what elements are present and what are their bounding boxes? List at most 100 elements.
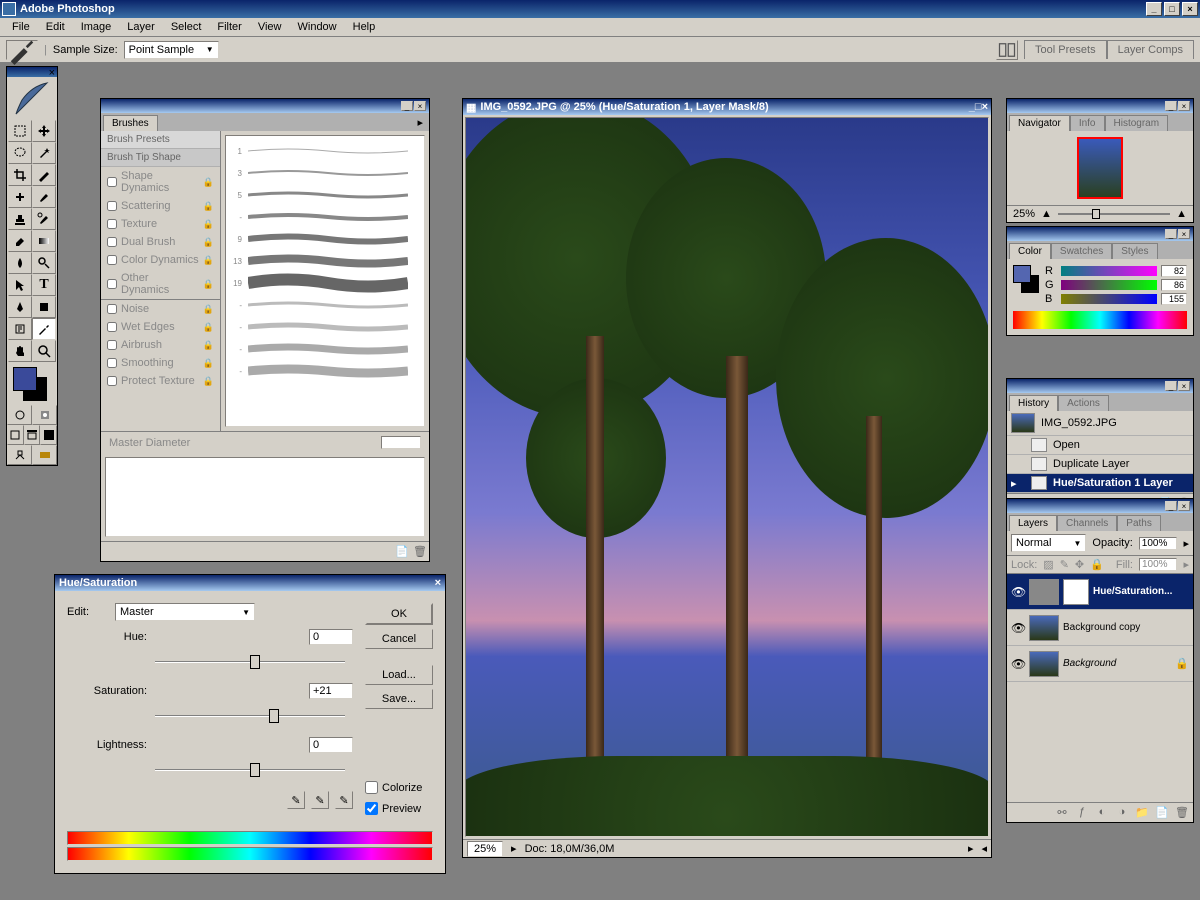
- tab-navigator[interactable]: Navigator: [1009, 115, 1070, 131]
- visibility-icon[interactable]: 👁: [1011, 585, 1025, 599]
- zoom-tool[interactable]: [32, 340, 56, 362]
- new-brush-icon[interactable]: 📄: [395, 544, 409, 558]
- brush-opt-other[interactable]: Other Dynamics🔒: [101, 269, 220, 299]
- b-slider[interactable]: [1061, 294, 1157, 304]
- lock-paint-icon[interactable]: ✎: [1060, 558, 1069, 571]
- layer-item[interactable]: 👁 Background 🔒: [1007, 646, 1193, 682]
- ok-button[interactable]: OK: [365, 603, 433, 625]
- history-brush-tool[interactable]: [32, 208, 56, 230]
- hue-slider[interactable]: [155, 653, 345, 671]
- blur-tool[interactable]: [8, 252, 32, 274]
- g-value[interactable]: 86: [1161, 279, 1187, 291]
- toolbox-close-icon[interactable]: ×: [49, 67, 55, 77]
- menu-select[interactable]: Select: [163, 19, 210, 35]
- delete-layer-icon[interactable]: 🗑: [1175, 805, 1189, 819]
- layers-close-icon[interactable]: ×: [1178, 501, 1190, 511]
- r-slider[interactable]: [1061, 266, 1157, 276]
- color-swatch[interactable]: [7, 363, 57, 405]
- menu-file[interactable]: File: [4, 19, 38, 35]
- tab-paths[interactable]: Paths: [1117, 515, 1161, 531]
- menu-view[interactable]: View: [250, 19, 290, 35]
- brush-opt-protect[interactable]: Protect Texture🔒: [101, 372, 220, 390]
- imageready-icon[interactable]: [32, 445, 57, 465]
- layers-min-icon[interactable]: _: [1165, 501, 1177, 511]
- save-button[interactable]: Save...: [365, 689, 433, 709]
- screen-full-icon[interactable]: [40, 425, 57, 445]
- dodge-tool[interactable]: [32, 252, 56, 274]
- menu-edit[interactable]: Edit: [38, 19, 73, 35]
- b-value[interactable]: 155: [1161, 293, 1187, 305]
- menu-window[interactable]: Window: [290, 19, 345, 35]
- type-tool[interactable]: T: [32, 274, 56, 296]
- opacity-input[interactable]: 100%: [1139, 537, 1178, 550]
- eyedropper-sub-icon[interactable]: ✎: [335, 791, 353, 809]
- hue-value[interactable]: 0: [309, 629, 353, 645]
- close-button[interactable]: ×: [1182, 2, 1198, 16]
- history-item[interactable]: Duplicate Layer: [1007, 455, 1193, 474]
- adjustment-layer-icon[interactable]: ◑: [1115, 805, 1129, 819]
- eyedropper-tool[interactable]: [32, 318, 56, 340]
- screen-full-menu-icon[interactable]: [24, 425, 41, 445]
- layer-name[interactable]: Background: [1063, 658, 1171, 669]
- menu-arrow-icon[interactable]: ▸: [511, 842, 517, 855]
- light-value[interactable]: 0: [309, 737, 353, 753]
- preview-checkbox[interactable]: [365, 802, 378, 815]
- g-slider[interactable]: [1061, 280, 1157, 290]
- layer-item[interactable]: 👁 Hue/Saturation...: [1007, 574, 1193, 610]
- tab-tool-presets[interactable]: Tool Presets: [1024, 40, 1107, 59]
- quickmask-mode-icon[interactable]: [32, 405, 57, 425]
- tab-brushes[interactable]: Brushes: [103, 115, 158, 131]
- palette-toggle-icon[interactable]: [996, 40, 1018, 60]
- sample-size-dropdown[interactable]: Point Sample▼: [124, 41, 219, 59]
- brush-opt-color[interactable]: Color Dynamics🔒: [101, 251, 220, 269]
- blend-mode-dropdown[interactable]: Normal▼: [1011, 534, 1086, 552]
- layer-name[interactable]: Background copy: [1063, 622, 1189, 633]
- sat-slider[interactable]: [155, 707, 345, 725]
- path-select-tool[interactable]: [8, 274, 32, 296]
- maximize-button[interactable]: □: [1164, 2, 1180, 16]
- scroll-left-icon[interactable]: ▸: [968, 842, 974, 855]
- tab-color[interactable]: Color: [1009, 243, 1051, 259]
- current-tool-icon[interactable]: [6, 40, 38, 60]
- visibility-icon[interactable]: 👁: [1011, 657, 1025, 671]
- heal-tool[interactable]: [8, 186, 32, 208]
- brushes-close-icon[interactable]: ×: [414, 101, 426, 111]
- navigator-thumbnail[interactable]: [1007, 131, 1193, 205]
- crop-tool[interactable]: [8, 164, 32, 186]
- color-close-icon[interactable]: ×: [1178, 229, 1190, 239]
- marquee-tool[interactable]: [8, 120, 32, 142]
- zoom-slider[interactable]: [1058, 213, 1170, 215]
- brushes-minimize-icon[interactable]: _: [401, 101, 413, 111]
- history-snapshot[interactable]: IMG_0592.JPG: [1007, 411, 1193, 436]
- brush-presets-section[interactable]: Brush Presets: [101, 131, 220, 149]
- lock-trans-icon[interactable]: ▨: [1043, 558, 1053, 571]
- r-value[interactable]: 82: [1161, 265, 1187, 277]
- hist-min-icon[interactable]: _: [1165, 381, 1177, 391]
- document-canvas[interactable]: [465, 117, 989, 837]
- menu-layer[interactable]: Layer: [119, 19, 163, 35]
- hs-close-icon[interactable]: ×: [435, 577, 441, 589]
- sat-value[interactable]: +21: [309, 683, 353, 699]
- tab-styles[interactable]: Styles: [1112, 243, 1157, 259]
- hand-tool[interactable]: [8, 340, 32, 362]
- master-diameter-input[interactable]: [381, 436, 421, 449]
- tab-info[interactable]: Info: [1070, 115, 1105, 131]
- tab-layers[interactable]: Layers: [1009, 515, 1057, 531]
- delete-brush-icon[interactable]: 🗑: [413, 544, 427, 558]
- zoom-out-icon[interactable]: ▲: [1041, 208, 1052, 220]
- fx-icon[interactable]: ƒ: [1075, 805, 1089, 819]
- zoom-field[interactable]: 25%: [467, 841, 503, 857]
- wand-tool[interactable]: [32, 142, 56, 164]
- menu-help[interactable]: Help: [345, 19, 384, 35]
- history-item[interactable]: ▸Hue/Saturation 1 Layer: [1007, 474, 1193, 493]
- fill-input[interactable]: 100%: [1139, 558, 1178, 571]
- brush-opt-scatter[interactable]: Scattering🔒: [101, 197, 220, 215]
- brush-opt-smooth[interactable]: Smoothing🔒: [101, 354, 220, 372]
- nav-close-icon[interactable]: ×: [1178, 101, 1190, 111]
- zoom-in-icon[interactable]: ▲: [1176, 208, 1187, 220]
- doc-close-icon[interactable]: ×: [982, 101, 988, 113]
- menu-image[interactable]: Image: [73, 19, 120, 35]
- colorize-checkbox[interactable]: [365, 781, 378, 794]
- visibility-icon[interactable]: 👁: [1011, 621, 1025, 635]
- light-slider[interactable]: [155, 761, 345, 779]
